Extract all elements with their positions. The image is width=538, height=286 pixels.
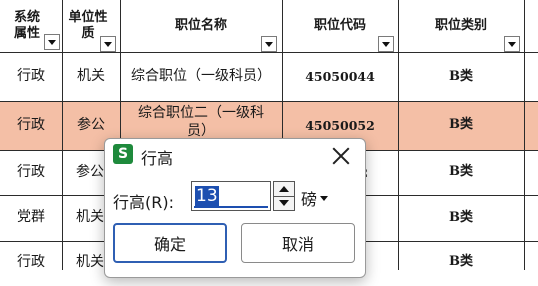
dialog-title: 行高 xyxy=(141,149,174,168)
filter-dropdown-category[interactable] xyxy=(504,36,520,52)
cell-category[interactable]: B类 xyxy=(398,150,524,195)
arrow-down-icon xyxy=(279,200,289,206)
cell-system[interactable]: 行政 xyxy=(0,53,62,101)
column-header-position[interactable]: 职位名称 xyxy=(120,0,282,52)
grid-line xyxy=(524,0,525,270)
close-icon[interactable] xyxy=(331,146,351,166)
decrement-button[interactable] xyxy=(274,196,294,210)
row-height-label: 行高(R): xyxy=(113,193,174,212)
unit-dropdown[interactable]: 磅 xyxy=(301,186,329,210)
ok-button[interactable]: 确定 xyxy=(113,223,227,263)
grid-line xyxy=(62,0,63,270)
chevron-down-icon xyxy=(320,195,329,201)
cell-unit-text: 机关 xyxy=(76,254,104,270)
cell-category[interactable]: B类 xyxy=(398,242,524,286)
cell-category[interactable]: B类 xyxy=(398,101,524,150)
cancel-button[interactable]: 取消 xyxy=(241,223,355,263)
cell-system[interactable]: 行政 xyxy=(0,242,62,286)
cell-system[interactable]: 党群 xyxy=(0,195,62,241)
column-header-position-label: 职位名称 xyxy=(174,17,227,33)
cell-unit-text: 机关 xyxy=(76,209,104,226)
cell-position[interactable]: 综合职位（一级科员） xyxy=(120,53,282,101)
cell-unit[interactable]: 机关 xyxy=(62,53,120,101)
column-header-system-label: 系统属性 xyxy=(13,9,40,41)
grid-line xyxy=(0,52,538,53)
arrow-up-icon xyxy=(279,186,289,192)
input-focus-underline xyxy=(194,206,268,208)
row-height-input[interactable]: 13 xyxy=(191,181,271,211)
filter-dropdown-code[interactable] xyxy=(378,36,394,52)
grid-line xyxy=(0,101,538,102)
cell-category[interactable]: B类 xyxy=(398,195,524,241)
row-height-dialog: S 行高 行高(R): 13 磅 确定 取消 xyxy=(104,138,366,278)
column-header-code-label: 职位代码 xyxy=(313,17,366,33)
increment-button[interactable] xyxy=(274,182,294,197)
cell-code[interactable]: 45050044 xyxy=(282,53,398,101)
wps-spreadsheet-app-icon: S xyxy=(113,144,133,164)
cell-position[interactable]: 综合职位二（一级科员） xyxy=(120,101,282,138)
grid-line xyxy=(398,0,399,270)
cell-unit-text: 参公 xyxy=(76,163,104,180)
unit-label: 磅 xyxy=(301,190,318,209)
filter-dropdown-position[interactable] xyxy=(261,36,277,52)
cell-position-text: 综合职位二（一级科员） xyxy=(138,105,264,138)
cell-system[interactable]: 行政 xyxy=(0,101,62,150)
filter-dropdown-system[interactable] xyxy=(44,34,60,50)
cell-system[interactable]: 行政 xyxy=(0,150,62,195)
column-header-category-label: 职位类别 xyxy=(434,17,487,33)
filter-dropdown-unit[interactable] xyxy=(100,36,116,52)
row-height-value: 13 xyxy=(195,186,219,206)
row-height-spinner[interactable] xyxy=(273,181,295,211)
cell-category[interactable]: B类 xyxy=(398,53,524,101)
